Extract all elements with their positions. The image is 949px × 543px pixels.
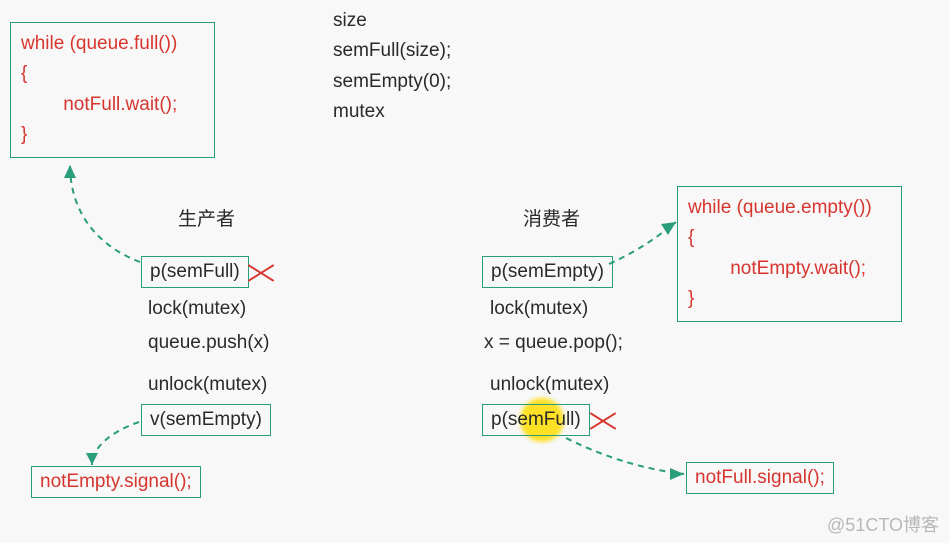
notempty-signal-text: notEmpty.signal();	[40, 471, 192, 492]
init-size: size	[333, 6, 451, 36]
p-semempty-text: p(semEmpty)	[491, 261, 604, 282]
while-full-l2: {	[21, 59, 204, 89]
init-mutex: mutex	[333, 97, 451, 127]
while-empty-l1: while (queue.empty())	[688, 193, 891, 223]
watermark-text: @51CTO博客	[827, 511, 939, 537]
notfull-signal-text: notFull.signal();	[695, 467, 825, 488]
v-semempty-text: v(semEmpty)	[150, 409, 262, 430]
p-semfull-consumer-box: p(semFull)	[482, 404, 590, 436]
producer-heading: 生产者	[178, 204, 235, 231]
consumer-unlock: unlock(mutex)	[490, 374, 609, 396]
cross-icon-2	[590, 408, 616, 434]
while-full-l3: notFull.wait();	[21, 90, 204, 120]
init-block: size semFull(size); semEmpty(0); mutex	[333, 6, 451, 128]
consumer-pop: x = queue.pop();	[484, 332, 623, 354]
producer-push: queue.push(x)	[148, 332, 269, 354]
init-semempty: semEmpty(0);	[333, 67, 451, 97]
while-empty-l4: }	[688, 284, 891, 314]
while-full-l4: }	[21, 120, 204, 150]
consumer-heading: 消费者	[523, 204, 580, 231]
p-semfull-text: p(semFull)	[150, 261, 240, 282]
init-semfull: semFull(size);	[333, 36, 451, 66]
notfull-signal-box: notFull.signal();	[686, 462, 834, 494]
producer-lock: lock(mutex)	[148, 298, 246, 320]
while-queue-empty-box: while (queue.empty()) { notEmpty.wait();…	[677, 186, 902, 322]
p-semfull-box: p(semFull)	[141, 256, 249, 288]
while-empty-l3: notEmpty.wait();	[688, 254, 891, 284]
while-full-l1: while (queue.full())	[21, 29, 204, 59]
p-semfull-consumer-text: p(semFull)	[491, 409, 581, 430]
p-semempty-box: p(semEmpty)	[482, 256, 613, 288]
while-empty-l2: {	[688, 223, 891, 253]
consumer-lock: lock(mutex)	[490, 298, 588, 320]
notempty-signal-box: notEmpty.signal();	[31, 466, 201, 498]
producer-unlock: unlock(mutex)	[148, 374, 267, 396]
v-semempty-box: v(semEmpty)	[141, 404, 271, 436]
while-queue-full-box: while (queue.full()) { notFull.wait(); }	[10, 22, 215, 158]
cross-icon-1	[248, 260, 274, 286]
